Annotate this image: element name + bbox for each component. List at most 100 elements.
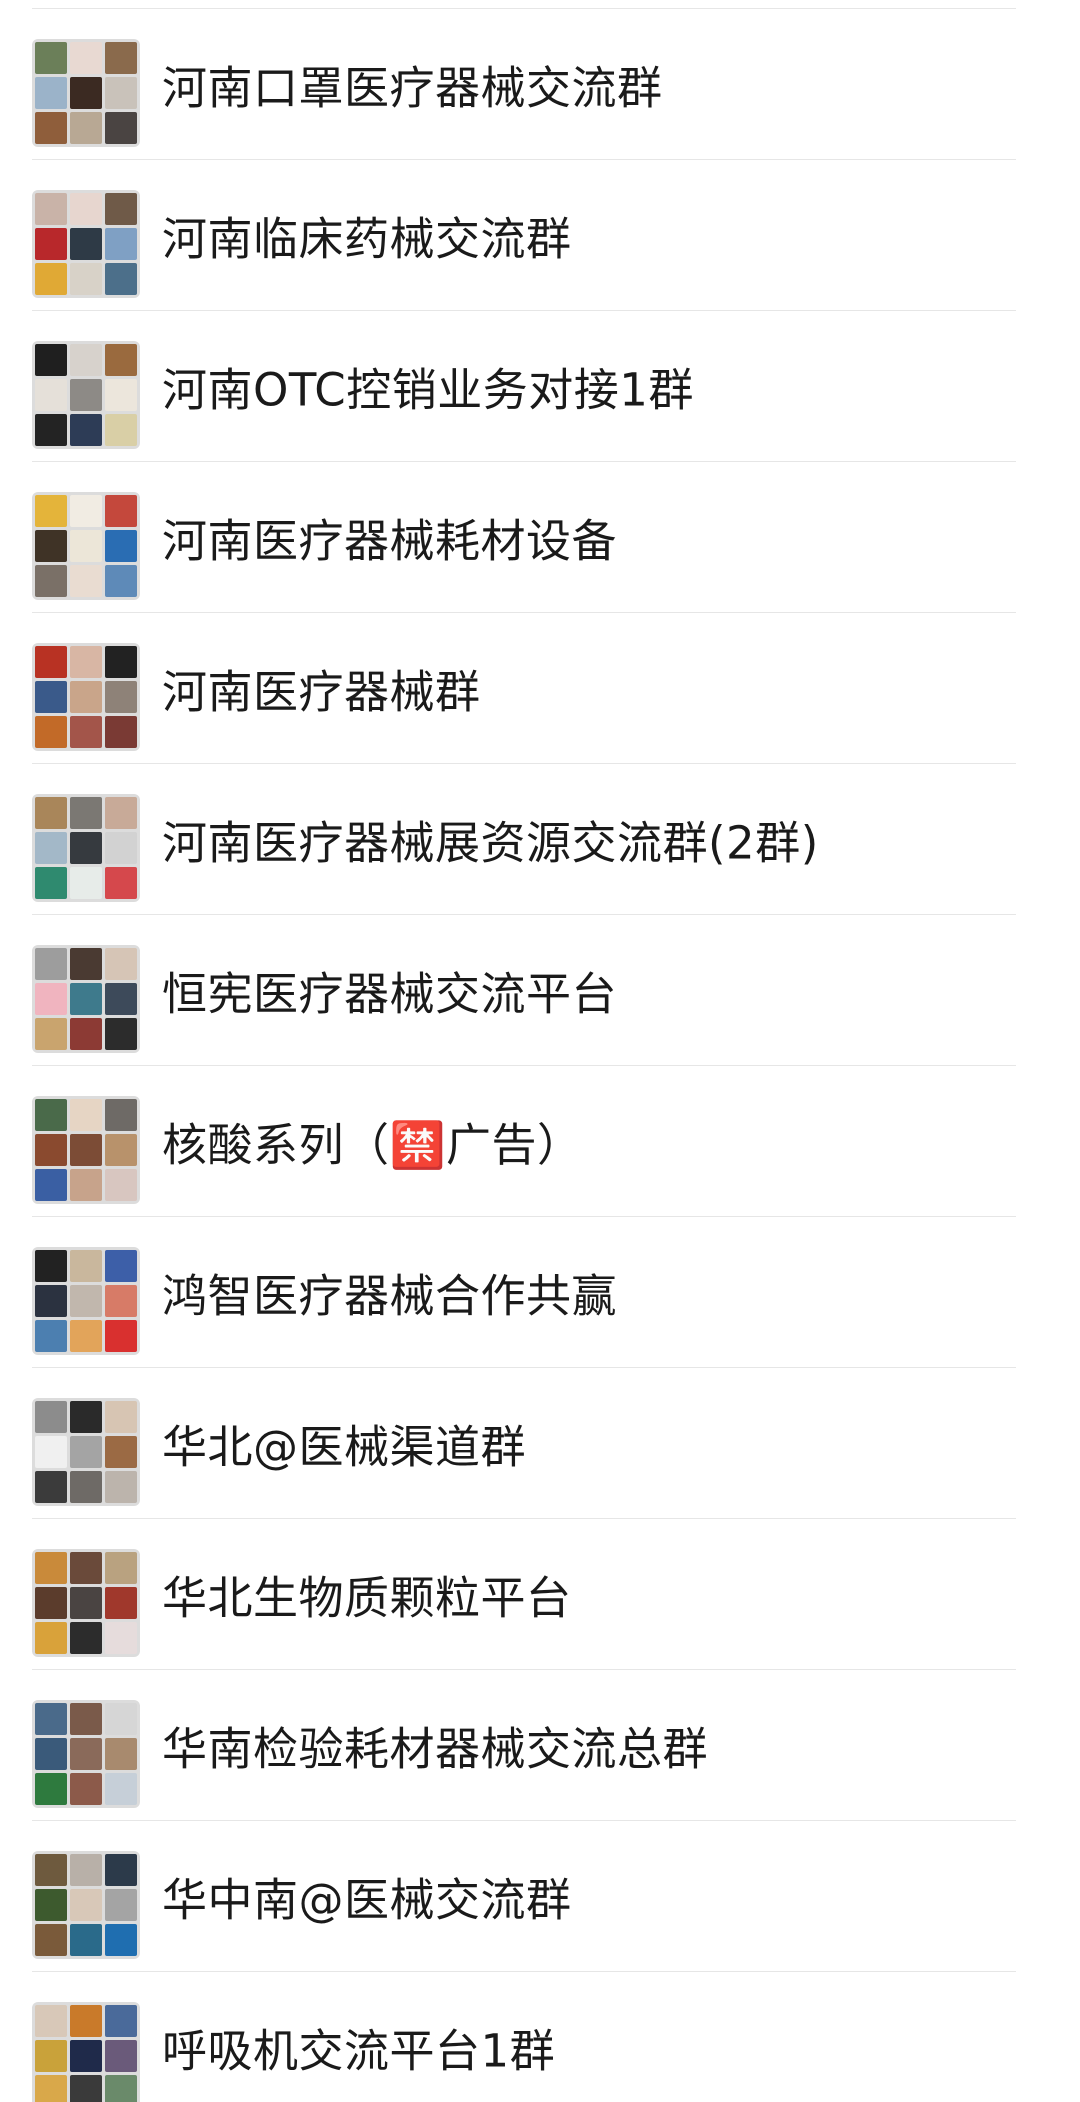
member-avatar-tile: [35, 344, 67, 376]
member-avatar-tile: [35, 1134, 67, 1166]
member-avatar-tile: [105, 646, 137, 678]
member-avatar-tile: [105, 948, 137, 980]
member-avatar-tile: [35, 1703, 67, 1735]
member-avatar-tile: [70, 414, 102, 446]
member-avatar-tile: [105, 495, 137, 527]
member-avatar-tile: [35, 1471, 67, 1503]
member-avatar-tile: [35, 414, 67, 446]
group-list-item[interactable]: 河南口罩医疗器械交流群: [0, 9, 1080, 160]
member-avatar-tile: [70, 646, 102, 678]
member-avatar-tile: [70, 565, 102, 597]
member-avatar-tile: [105, 867, 137, 899]
member-avatar-tile: [105, 1924, 137, 1956]
member-avatar-tile: [35, 1587, 67, 1619]
group-list-item[interactable]: 华北生物质颗粒平台: [0, 1519, 1080, 1670]
member-avatar-tile: [35, 1924, 67, 1956]
member-avatar-tile: [35, 1018, 67, 1050]
group-list-item[interactable]: 核酸系列（🈲广告）: [0, 1066, 1080, 1217]
member-avatar-tile: [70, 832, 102, 864]
member-avatar-tile: [70, 1134, 102, 1166]
member-avatar-tile: [35, 1552, 67, 1584]
group-list-item[interactable]: 河南医疗器械耗材设备: [0, 462, 1080, 613]
member-avatar-tile: [105, 716, 137, 748]
group-avatar: [32, 643, 140, 751]
member-avatar-tile: [35, 1738, 67, 1770]
member-avatar-tile: [105, 1738, 137, 1770]
member-avatar-tile: [105, 228, 137, 260]
group-list-item[interactable]: 河南医疗器械展资源交流群(2群): [0, 764, 1080, 915]
member-avatar-tile: [105, 42, 137, 74]
member-avatar-tile: [105, 263, 137, 295]
group-avatar: [32, 2002, 140, 2102]
group-list-item[interactable]: 华北@医械渠道群: [0, 1368, 1080, 1519]
group-list-item[interactable]: 呼吸机交流平台1群: [0, 1972, 1080, 2102]
member-avatar-tile: [70, 228, 102, 260]
member-avatar-tile: [70, 2075, 102, 2102]
member-avatar-tile: [35, 1622, 67, 1654]
group-avatar: [32, 1851, 140, 1959]
member-avatar-tile: [105, 1401, 137, 1433]
member-avatar-tile: [70, 1099, 102, 1131]
member-avatar-tile: [70, 716, 102, 748]
member-avatar-tile: [35, 948, 67, 980]
group-list-item[interactable]: 华中南@医械交流群: [0, 1821, 1080, 1972]
member-avatar-tile: [105, 1471, 137, 1503]
member-avatar-tile: [35, 2075, 67, 2102]
member-avatar-tile: [35, 263, 67, 295]
member-avatar-tile: [35, 681, 67, 713]
member-avatar-tile: [35, 112, 67, 144]
member-avatar-tile: [105, 77, 137, 109]
member-avatar-tile: [35, 495, 67, 527]
member-avatar-tile: [70, 1622, 102, 1654]
group-list-item[interactable]: 河南临床药械交流群: [0, 160, 1080, 311]
member-avatar-tile: [35, 2040, 67, 2072]
member-avatar-tile: [105, 1250, 137, 1282]
group-avatar: [32, 492, 140, 600]
member-avatar-tile: [70, 948, 102, 980]
member-avatar-tile: [105, 1099, 137, 1131]
member-avatar-tile: [70, 379, 102, 411]
member-avatar-tile: [35, 565, 67, 597]
group-name: 恒宪医疗器械交流平台: [162, 967, 618, 1021]
member-avatar-tile: [70, 1703, 102, 1735]
group-avatar: [32, 945, 140, 1053]
member-avatar-tile: [105, 2040, 137, 2072]
group-name: 华北@医械渠道群: [162, 1420, 527, 1474]
member-avatar-tile: [105, 1889, 137, 1921]
member-avatar-tile: [105, 414, 137, 446]
group-name: 河南医疗器械展资源交流群(2群): [162, 816, 819, 870]
member-avatar-tile: [70, 1436, 102, 1468]
member-avatar-tile: [35, 1889, 67, 1921]
member-avatar-tile: [105, 1134, 137, 1166]
member-avatar-tile: [35, 42, 67, 74]
group-name: 河南临床药械交流群: [162, 212, 572, 266]
group-list-item[interactable]: 河南OTC控销业务对接1群: [0, 311, 1080, 462]
member-avatar-tile: [70, 1924, 102, 1956]
member-avatar-tile: [105, 1622, 137, 1654]
member-avatar-tile: [70, 193, 102, 225]
member-avatar-tile: [105, 530, 137, 562]
member-avatar-tile: [70, 1169, 102, 1201]
member-avatar-tile: [70, 681, 102, 713]
member-avatar-tile: [35, 530, 67, 562]
group-name: 河南口罩医疗器械交流群: [162, 61, 663, 115]
member-avatar-tile: [70, 112, 102, 144]
member-avatar-tile: [105, 797, 137, 829]
member-avatar-tile: [35, 1854, 67, 1886]
member-avatar-tile: [105, 1436, 137, 1468]
member-avatar-tile: [105, 1320, 137, 1352]
group-name: 河南医疗器械群: [162, 665, 481, 719]
member-avatar-tile: [105, 379, 137, 411]
member-avatar-tile: [70, 42, 102, 74]
group-list-item[interactable]: 华南检验耗材器械交流总群: [0, 1670, 1080, 1821]
member-avatar-tile: [70, 1401, 102, 1433]
group-avatar: [32, 1549, 140, 1657]
member-avatar-tile: [105, 1552, 137, 1584]
member-avatar-tile: [70, 867, 102, 899]
group-list-item[interactable]: 鸿智医疗器械合作共赢: [0, 1217, 1080, 1368]
member-avatar-tile: [70, 2005, 102, 2037]
member-avatar-tile: [35, 1169, 67, 1201]
group-list-item[interactable]: 恒宪医疗器械交流平台: [0, 915, 1080, 1066]
group-list-item[interactable]: 河南医疗器械群: [0, 613, 1080, 764]
member-avatar-tile: [70, 1320, 102, 1352]
